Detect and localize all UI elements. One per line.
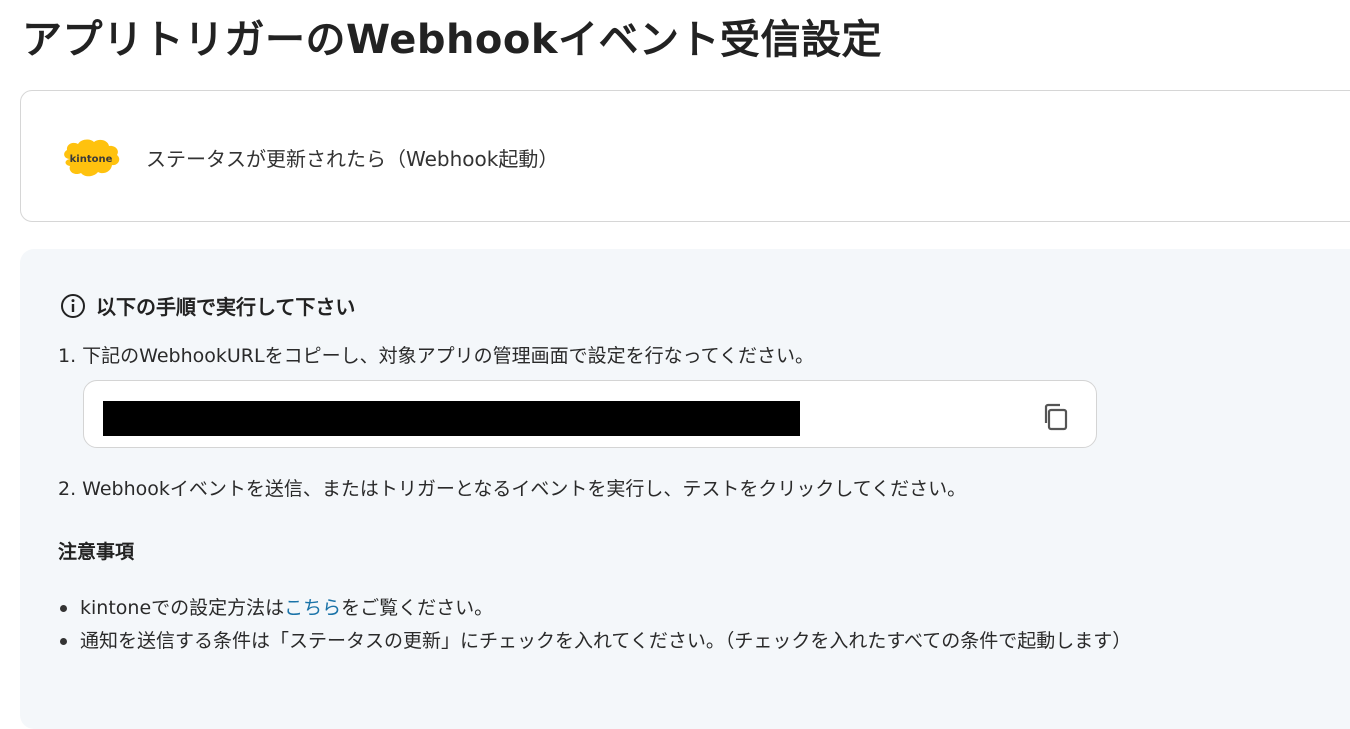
list-item: 通知を送信する条件は「ステータスの更新」にチェックを入れてください。（チェックを… (58, 625, 1131, 658)
note-1-suffix: をご覧ください。 (341, 597, 494, 619)
note-1-prefix: kintoneでの設定方法は (80, 597, 285, 619)
svg-text:kintone: kintone (70, 154, 113, 165)
trigger-card[interactable]: kintone ステータスが更新されたら（Webhook起動） (20, 90, 1350, 222)
step-1-text: 1. 下記のWebhookURLをコピーし、対象アプリの管理画面で設定を行なって… (58, 345, 815, 367)
instructions-heading: 以下の手順で実行して下さい (60, 291, 355, 320)
instructions-heading-text: 以下の手順で実行して下さい (96, 295, 356, 319)
notes-list: kintoneでの設定方法はこちらをご覧ください。 通知を送信する条件は「ステー… (58, 592, 1131, 658)
list-item: kintoneでの設定方法はこちらをご覧ください。 (58, 592, 1131, 625)
kintone-logo-icon: kintone (64, 139, 120, 177)
settings-guide-link[interactable]: こちら (284, 597, 341, 619)
webhook-url-field[interactable] (83, 380, 1097, 448)
step-2-text: 2. Webhookイベントを送信、またはトリガーとなるイベントを実行し、テスト… (58, 478, 967, 500)
bullet-icon (60, 638, 67, 645)
instruction-panel: 以下の手順で実行して下さい 1. 下記のWebhookURLをコピーし、対象アプ… (20, 249, 1350, 729)
bullet-icon (60, 605, 67, 612)
webhook-url-value-redacted[interactable] (103, 401, 800, 436)
info-icon (61, 293, 85, 318)
page-title: アプリトリガーのWebhookイベント受信設定 (22, 17, 882, 63)
notes-heading: 注意事項 (58, 541, 135, 563)
note-2-text: 通知を送信する条件は「ステータスの更新」にチェックを入れてください。（チェックを… (80, 630, 1132, 652)
copy-icon[interactable] (1040, 401, 1072, 433)
trigger-label: ステータスが更新されたら（Webhook起動） (146, 147, 559, 171)
